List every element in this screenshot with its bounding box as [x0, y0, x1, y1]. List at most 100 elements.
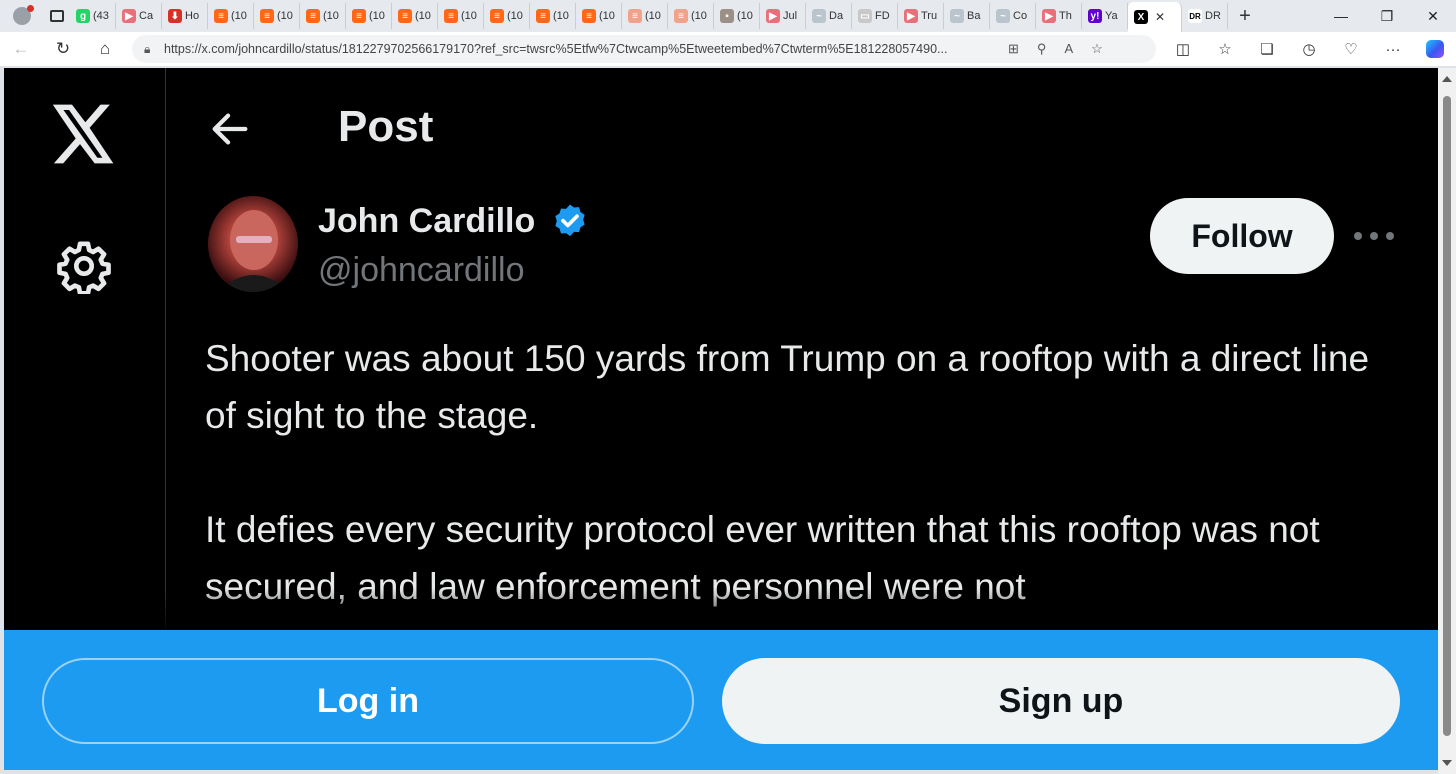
profile-icon — [13, 5, 34, 25]
browser-tab[interactable]: ≡ (10 — [530, 3, 576, 29]
collections-icon[interactable]: ❏ — [1246, 32, 1288, 66]
tab-label: (10 — [415, 10, 431, 22]
browser-tab[interactable]: ≡ (10 — [484, 3, 530, 29]
browser-tab[interactable]: DR DR — [1182, 3, 1228, 29]
scroll-down-arrow-icon[interactable] — [1442, 760, 1452, 766]
follow-button[interactable]: Follow — [1150, 198, 1334, 274]
split-screen-icon[interactable]: ◫ — [1162, 32, 1204, 66]
browser-tab[interactable]: ⬇ Ho — [162, 3, 208, 29]
restore-button[interactable]: ❐ — [1364, 0, 1410, 32]
author-name[interactable]: John Cardillo — [318, 202, 535, 241]
browser-tab[interactable]: ≡ (10 — [668, 3, 714, 29]
address-bar[interactable]: 🔒︎ https://x.com/johncardillo/status/181… — [132, 35, 1156, 63]
browser-tab[interactable]: ≡ (10 — [346, 3, 392, 29]
tab-label: (10 — [645, 10, 661, 22]
browser-tab[interactable]: ~ Ba — [944, 3, 990, 29]
tab-label: Ca — [139, 10, 154, 22]
verified-badge-icon[interactable] — [550, 202, 590, 242]
tab-favicon-icon: ▪ — [720, 9, 734, 23]
tab-favicon-icon: ≡ — [398, 9, 412, 23]
read-aloud-icon[interactable]: A — [1064, 41, 1073, 57]
browser-tab[interactable]: ≡ (10 — [254, 3, 300, 29]
browser-tab[interactable]: ≡ (10 — [208, 3, 254, 29]
tab-favicon-icon: ≡ — [306, 9, 320, 23]
tab-label: (10 — [691, 10, 707, 22]
browser-tab[interactable]: ≡ (10 — [300, 3, 346, 29]
tab-label: (10 — [369, 10, 385, 22]
tab-label: (43 — [93, 10, 109, 22]
copilot-button[interactable] — [1414, 32, 1456, 66]
tab-label: FD — [875, 10, 890, 22]
browser-tab[interactable]: ▶ Tru — [898, 3, 944, 29]
back-arrow-icon[interactable] — [207, 106, 253, 152]
tab-favicon-icon: ≡ — [490, 9, 504, 23]
minimize-button[interactable]: — — [1318, 0, 1364, 32]
browser-tab[interactable]: g (43 — [70, 3, 116, 29]
browser-tab[interactable]: ≡ (10 — [576, 3, 622, 29]
tab-favicon-icon: ≡ — [260, 9, 274, 23]
tab-favicon-icon: y! — [1088, 9, 1102, 23]
author-avatar[interactable] — [208, 196, 298, 292]
x-logo-icon[interactable] — [52, 104, 116, 164]
author-handle[interactable]: @johncardillo — [318, 251, 525, 290]
settings-gear-icon[interactable] — [56, 238, 112, 294]
url-text[interactable]: https://x.com/johncardillo/status/181227… — [164, 42, 994, 56]
tab-favicon-icon: ~ — [950, 9, 964, 23]
browser-tab[interactable]: ▶ Th — [1036, 3, 1082, 29]
browser-tab[interactable]: ≡ (10 — [438, 3, 484, 29]
tab-favicon-icon: g — [76, 9, 90, 23]
scroll-up-arrow-icon[interactable] — [1442, 76, 1452, 82]
tab-favicon-icon: ≡ — [444, 9, 458, 23]
browser-tab[interactable]: ▶ Ca — [116, 3, 162, 29]
app-available-icon[interactable]: ⊞ — [1008, 41, 1019, 57]
page-scrollbar[interactable] — [1438, 68, 1456, 774]
tab-favicon-icon: DR — [1188, 9, 1202, 23]
favorites-icon[interactable]: ☆ — [1204, 32, 1246, 66]
tab-favicon-icon: ~ — [996, 9, 1010, 23]
scrollbar-thumb[interactable] — [1443, 96, 1451, 736]
lock-icon[interactable]: 🔒︎ — [144, 42, 164, 57]
home-button[interactable]: ⌂ — [84, 32, 126, 66]
browser-tab[interactable]: ▪ (10 — [714, 3, 760, 29]
new-tab-button[interactable]: + — [1228, 5, 1262, 28]
close-tab-icon[interactable]: ✕ — [1155, 10, 1165, 24]
login-button[interactable]: Log in — [42, 658, 694, 744]
tweet-text: Shooter was about 150 yards from Trump o… — [205, 338, 1370, 607]
browser-tab[interactable]: ▶ Jul — [760, 3, 806, 29]
tab-favicon-icon: ≡ — [536, 9, 550, 23]
tab-favicon-icon: ~ — [812, 9, 826, 23]
profile-avatar[interactable] — [0, 0, 44, 32]
zoom-icon[interactable]: ⚲ — [1037, 41, 1047, 57]
tab-label: (10 — [461, 10, 477, 22]
history-icon[interactable]: ◷ — [1288, 32, 1330, 66]
browser-tab-active[interactable]: X ✕ — [1128, 2, 1182, 32]
tab-favicon-icon: ▶ — [1042, 9, 1056, 23]
tab-label: Ya — [1105, 10, 1118, 22]
favorite-star-icon[interactable]: ☆ — [1091, 41, 1103, 57]
browser-tab[interactable]: ≡ (10 — [392, 3, 438, 29]
back-browser-button[interactable]: ← — [0, 32, 42, 66]
signup-button[interactable]: Sign up — [722, 658, 1400, 744]
window-controls: — ❐ ✕ — [1318, 0, 1456, 32]
tab-favicon-icon: ▭ — [858, 9, 872, 23]
settings-more-icon[interactable]: ··· — [1372, 32, 1414, 66]
tab-label: Da — [829, 10, 844, 22]
tab-actions-icon — [50, 10, 64, 22]
browser-essentials-icon[interactable]: ♡ — [1330, 32, 1372, 66]
tab-actions-button[interactable] — [44, 0, 70, 32]
more-options-icon[interactable] — [1354, 218, 1394, 254]
address-bar-actions: ⊞ ⚲ A ☆ — [1008, 41, 1103, 57]
tab-favicon-icon: ▶ — [766, 9, 780, 23]
tab-favicon-icon: ≡ — [582, 9, 596, 23]
page-title: Post — [338, 102, 434, 151]
close-window-button[interactable]: ✕ — [1410, 0, 1456, 32]
tab-label: Tru — [921, 10, 938, 22]
browser-tab[interactable]: ~ Co — [990, 3, 1036, 29]
tab-favicon-icon: ≡ — [628, 9, 642, 23]
tab-label: Co — [1013, 10, 1028, 22]
browser-tab[interactable]: y! Ya — [1082, 3, 1128, 29]
browser-tab[interactable]: ≡ (10 — [622, 3, 668, 29]
browser-tab[interactable]: ▭ FD — [852, 3, 898, 29]
refresh-button[interactable]: ↻ — [42, 32, 84, 66]
browser-tab[interactable]: ~ Da — [806, 3, 852, 29]
